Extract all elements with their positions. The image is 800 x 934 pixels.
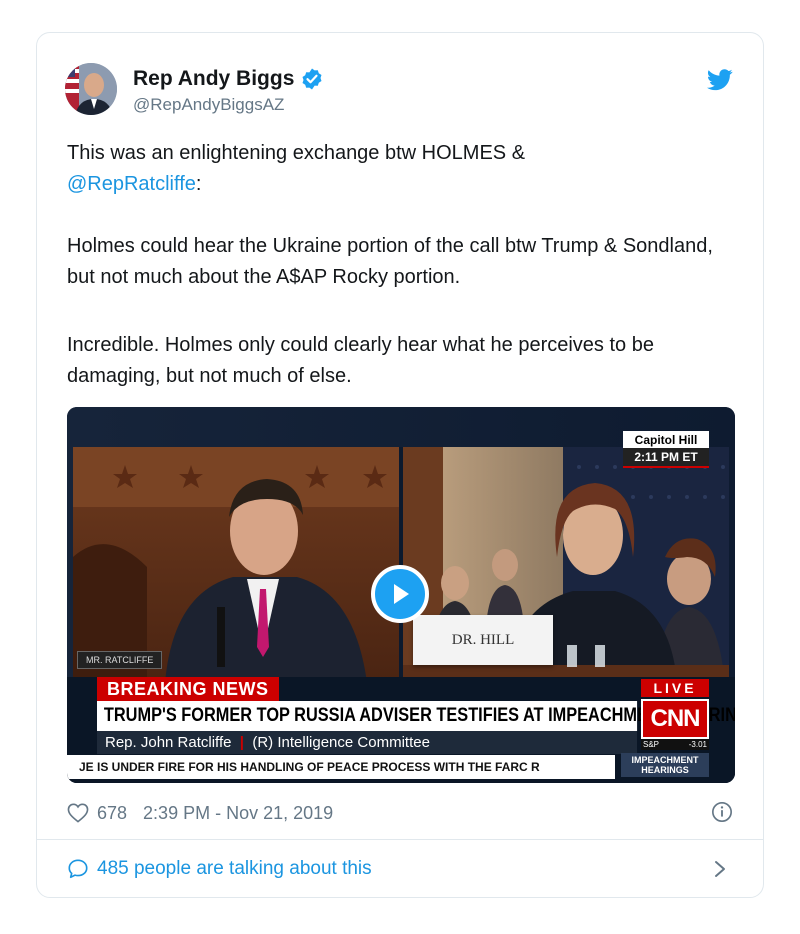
speaker-name: Rep. John Ratcliffe xyxy=(105,734,232,751)
video-player[interactable]: Capitol Hill 2:11 PM ET MR. RATCLIFFE DR… xyxy=(67,407,735,783)
tweet-timestamp[interactable]: 2:39 PM - Nov 21, 2019 xyxy=(143,803,333,824)
mention-suffix: : xyxy=(195,173,202,195)
market-change: -3.01 xyxy=(688,740,707,749)
broadcast-time: 2:11 PM ET xyxy=(623,448,709,468)
conversation-link[interactable]: 485 people are talking about this xyxy=(67,856,372,882)
author-name[interactable]: Rep Andy Biggs xyxy=(133,67,294,91)
location-label: Capitol Hill xyxy=(623,431,709,449)
divider xyxy=(37,839,763,840)
info-icon[interactable] xyxy=(711,801,733,823)
separator: | xyxy=(235,734,249,751)
speaker-role: (R) Intelligence Committee xyxy=(252,734,430,751)
nameplate-ratcliffe: MR. RATCLIFFE xyxy=(77,651,163,669)
chevron-right-icon[interactable] xyxy=(713,859,727,879)
nameplate-hill: DR. HILL xyxy=(413,615,553,665)
tweet-text: This was an enlightening exchange btw HO… xyxy=(67,142,526,164)
chyron-subline: Rep. John Ratcliffe | (R) Intelligence C… xyxy=(97,731,637,754)
cnn-logo: CNN xyxy=(641,699,709,739)
market-index: S&P xyxy=(643,740,660,749)
like-count[interactable]: 678 xyxy=(97,803,127,824)
program-line-2: HEARINGS xyxy=(641,765,689,775)
tweet-paragraph-3: Incredible. Holmes only could clearly he… xyxy=(67,334,654,387)
author-line: Rep Andy Biggs xyxy=(133,65,324,93)
tweet-paragraph-2: Holmes could hear the Ukraine portion of… xyxy=(67,235,713,288)
program-line-1: IMPEACHMENT xyxy=(631,755,699,765)
author-handle[interactable]: @RepAndyBiggsAZ xyxy=(133,95,284,115)
network-name: CNN xyxy=(650,705,701,732)
speech-bubble-icon xyxy=(68,859,88,879)
tweet-paragraph-1: This was an enlightening exchange btw HO… xyxy=(67,138,737,200)
program-label: IMPEACHMENT HEARINGS xyxy=(621,753,709,777)
play-button[interactable] xyxy=(371,565,429,623)
news-ticker: JE IS UNDER FIRE FOR HIS HANDLING OF PEA… xyxy=(67,755,615,779)
conversation-label: 485 people are talking about this xyxy=(97,858,372,879)
tweet-card: Rep Andy Biggs @RepAndyBiggsAZ This was … xyxy=(36,32,764,898)
market-ticker: S&P -3.01 xyxy=(641,739,709,750)
twitter-bird-icon[interactable] xyxy=(707,69,733,91)
play-icon xyxy=(394,584,409,604)
tweet-meta: 678 2:39 PM - Nov 21, 2019 xyxy=(67,801,333,825)
verified-badge-icon xyxy=(300,67,324,91)
avatar[interactable] xyxy=(65,63,117,115)
breaking-news-label: BREAKING NEWS xyxy=(97,677,279,702)
heart-icon[interactable] xyxy=(67,803,89,823)
chyron-headline: TRUMP'S FORMER TOP RUSSIA ADVISER TESTIF… xyxy=(97,701,735,731)
mention-link[interactable]: @RepRatcliffe xyxy=(67,173,196,195)
live-badge: LIVE xyxy=(641,679,709,697)
